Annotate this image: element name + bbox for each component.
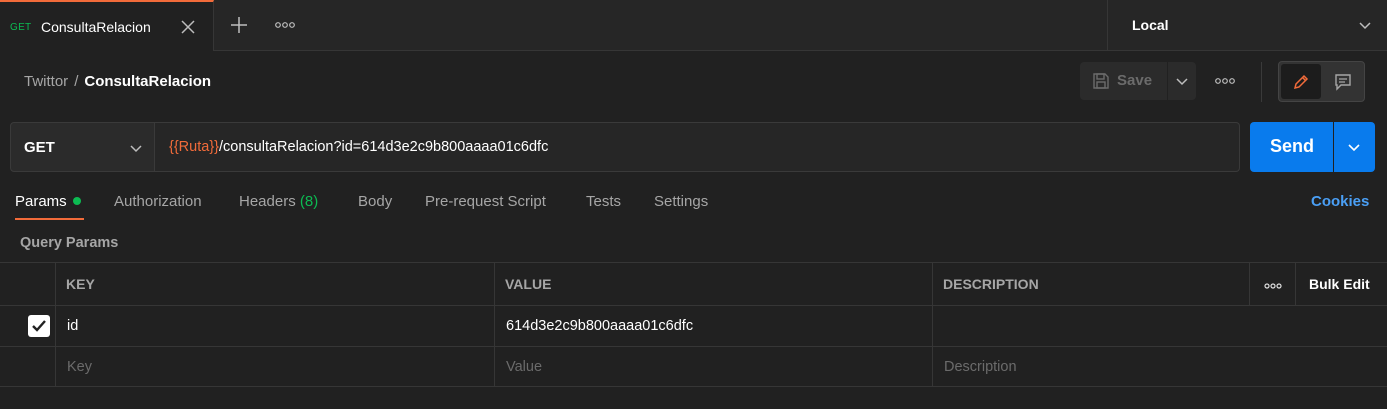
tab-prerequest-script[interactable]: Pre-request Script — [425, 193, 546, 210]
column-header-key: KEY — [66, 276, 95, 292]
save-icon — [1092, 72, 1110, 90]
pencil-icon[interactable] — [1281, 64, 1321, 99]
view-mode-toggle — [1278, 61, 1365, 102]
param-enabled-checkbox[interactable] — [28, 315, 50, 337]
query-params-title: Query Params — [20, 235, 119, 251]
bulk-edit-button[interactable]: Bulk Edit — [1309, 276, 1370, 292]
new-value-input[interactable]: Value — [506, 359, 542, 375]
close-icon[interactable] — [178, 17, 198, 37]
comment-icon[interactable] — [1323, 64, 1363, 99]
environment-label: Local — [1132, 17, 1169, 33]
active-tab-indicator — [15, 218, 84, 220]
send-button[interactable]: Send — [1250, 122, 1333, 172]
url-path: /consultaRelacion?id=614d3e2c9b800aaaa01… — [219, 139, 549, 155]
headers-count: (8) — [299, 193, 319, 210]
table-row-new: Key Value Description — [0, 346, 1387, 387]
url-input[interactable]: {{Ruta}}/consultaRelacion?id=614d3e2c9b8… — [155, 122, 1240, 172]
tab-params[interactable]: Params — [15, 193, 81, 210]
cookies-link[interactable]: Cookies — [1311, 193, 1369, 210]
tab-settings[interactable]: Settings — [654, 193, 708, 210]
tab-headers[interactable]: Headers (8) — [239, 193, 318, 210]
more-options-icon[interactable] — [1213, 74, 1237, 88]
breadcrumb-separator: / — [74, 73, 79, 90]
chevron-down-icon — [1348, 144, 1360, 152]
new-description-input[interactable]: Description — [944, 359, 1017, 375]
save-button[interactable]: Save — [1080, 62, 1167, 100]
url-variable: {{Ruta}} — [169, 139, 219, 155]
chevron-down-icon — [1357, 17, 1373, 33]
column-header-value: VALUE — [505, 276, 552, 292]
save-dropdown-button[interactable] — [1168, 62, 1196, 100]
method-label: GET — [24, 139, 55, 156]
method-select[interactable]: GET — [10, 122, 155, 172]
checkmark-icon — [32, 320, 46, 332]
new-key-input[interactable]: Key — [67, 359, 92, 375]
tab-method-badge: GET — [10, 22, 32, 33]
tab-params-label: Params — [15, 193, 67, 210]
divider — [1261, 62, 1262, 102]
tab-body[interactable]: Body — [358, 193, 392, 210]
chevron-down-icon — [129, 141, 143, 158]
tab-tests[interactable]: Tests — [586, 193, 621, 210]
plus-icon[interactable] — [228, 14, 250, 36]
table-header: KEY VALUE DESCRIPTION Bulk Edit — [0, 262, 1387, 305]
tab-authorization[interactable]: Authorization — [114, 193, 202, 210]
send-dropdown-button[interactable] — [1334, 122, 1375, 172]
chevron-down-icon — [1176, 78, 1188, 86]
environment-selector[interactable]: Local — [1107, 0, 1387, 51]
url-text: {{Ruta}}/consultaRelacion?id=614d3e2c9b8… — [169, 139, 548, 155]
tab-bar: GET ConsultaRelacion Local — [0, 0, 1387, 51]
tab-title: ConsultaRelacion — [41, 19, 151, 35]
breadcrumb: Twittor / ConsultaRelacion — [24, 73, 211, 90]
breadcrumb-collection[interactable]: Twittor — [24, 73, 68, 90]
send-label: Send — [1270, 136, 1315, 156]
column-header-description: DESCRIPTION — [943, 276, 1039, 292]
more-options-icon[interactable] — [274, 18, 296, 32]
tab-headers-label: Headers — [239, 193, 296, 210]
request-tab[interactable]: GET ConsultaRelacion — [0, 0, 214, 51]
table-row: id 614d3e2c9b800aaaa01c6dfc — [0, 305, 1387, 346]
more-options-icon[interactable] — [1263, 279, 1283, 291]
save-label: Save — [1117, 72, 1153, 89]
params-active-dot — [72, 197, 81, 206]
param-value[interactable]: 614d3e2c9b800aaaa01c6dfc — [506, 318, 693, 334]
breadcrumb-request-name[interactable]: ConsultaRelacion — [84, 73, 211, 90]
param-key[interactable]: id — [67, 318, 78, 334]
